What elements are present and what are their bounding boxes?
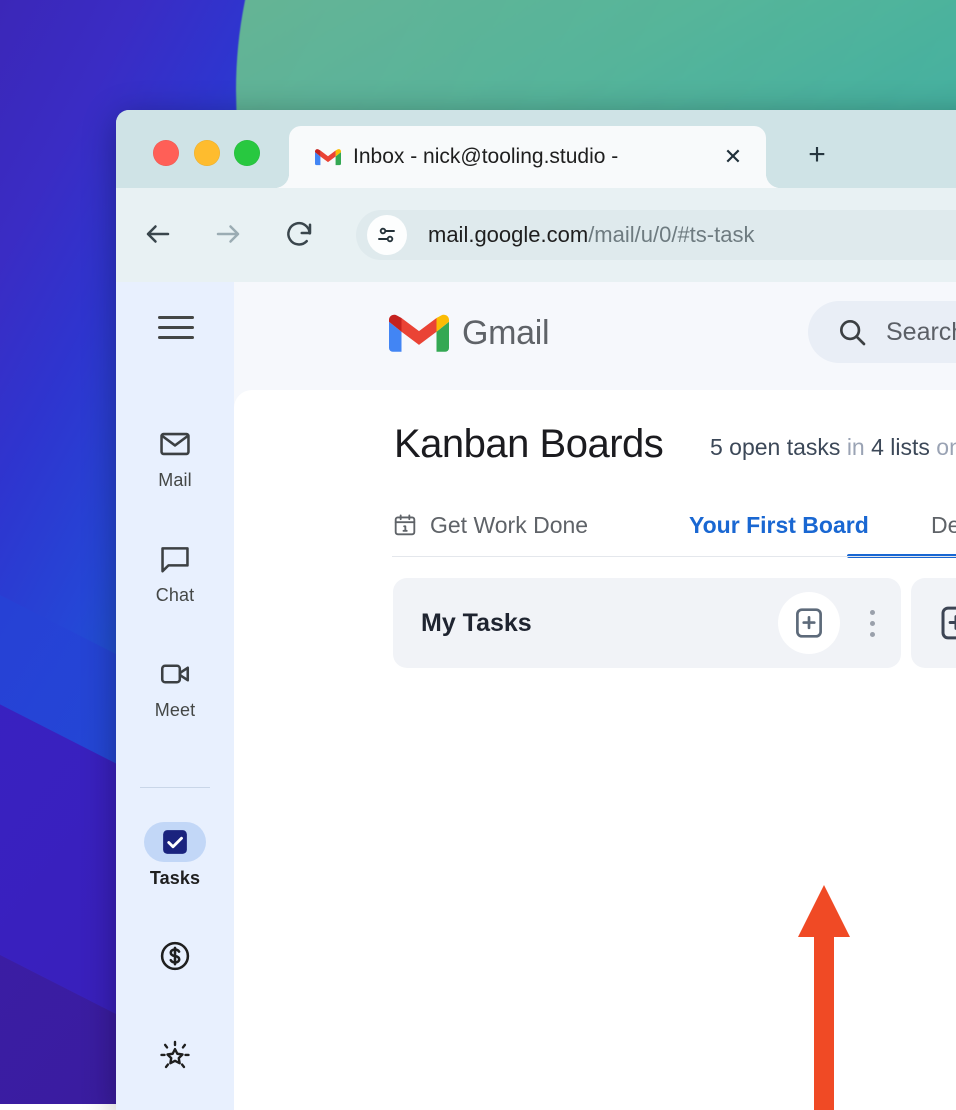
new-tab-button[interactable]: +: [800, 138, 834, 172]
gmail-app-rail: Mail Chat Meet Tasks: [116, 282, 234, 1110]
rail-label-tasks: Tasks: [149, 868, 201, 888]
board-panel: Kanban Boards 5 open tasks in 4 lists on…: [234, 390, 956, 1110]
rail-item-mail[interactable]: Mail: [116, 422, 234, 491]
window-maximize-button[interactable]: [234, 140, 260, 166]
tab-label: Get Work Done: [430, 511, 589, 538]
arrow-right-icon: [216, 225, 240, 243]
hamburger-icon-bar: [158, 326, 194, 329]
more-vertical-icon-dot: [869, 631, 875, 637]
tab-title: Inbox - nick@tooling.studio -: [353, 145, 619, 168]
search-placeholder: Search mail: [886, 318, 956, 346]
gmail-content-area: Gmail Search mail Kanban Boards 5 open t…: [234, 282, 956, 1110]
summary-in: in: [846, 434, 865, 460]
browser-window: Inbox - nick@tooling.studio - ✕ + mail.g…: [116, 110, 956, 1110]
tab-label: Your First Board: [689, 511, 869, 538]
site-info-button[interactable]: [367, 215, 407, 255]
gmail-icon: [315, 149, 341, 166]
page-viewport: Mail Chat Meet Tasks Gmail Searc Kanban …: [116, 282, 956, 1110]
rail-item-crm[interactable]: [116, 934, 234, 978]
url-path: /mail/u/0/#ts-task: [588, 222, 755, 247]
tab-your-first-board[interactable]: Your First Board: [689, 492, 869, 558]
url-domain: mail.google.com: [428, 222, 589, 247]
search-mail-input[interactable]: Search mail: [808, 301, 956, 363]
tab-bar-divider: [392, 556, 956, 557]
list-menu-button[interactable]: [852, 592, 892, 654]
chat-bubble-icon: [116, 537, 234, 581]
arrow-shape: [798, 885, 850, 1110]
plus-square-icon: [796, 608, 822, 638]
rail-label-meet: Meet: [154, 700, 196, 720]
dollar-circle-icon: [116, 934, 234, 978]
address-bar[interactable]: mail.google.com/mail/u/0/#ts-task: [356, 210, 956, 260]
reload-button[interactable]: [271, 206, 327, 262]
tab-label: Design: [931, 511, 956, 538]
hamburger-icon-bar: [158, 316, 194, 319]
browser-toolbar: mail.google.com/mail/u/0/#ts-task: [116, 188, 956, 282]
calendar-icon: [394, 514, 416, 536]
rail-divider: [140, 787, 210, 788]
rail-selected-pill: [144, 822, 206, 862]
page-title: Kanban Boards: [394, 422, 664, 466]
arrow-left-icon: [146, 225, 170, 243]
video-camera-icon: [116, 652, 234, 696]
annotation-arrow: [798, 885, 850, 1110]
window-minimize-button[interactable]: [194, 140, 220, 166]
rail-item-meet[interactable]: Meet: [116, 652, 234, 721]
tab-design[interactable]: Design: [931, 492, 956, 558]
forward-button[interactable]: [200, 206, 256, 262]
main-menu-button[interactable]: [158, 316, 194, 342]
back-button[interactable]: [130, 206, 186, 262]
rail-label-chat: Chat: [155, 585, 195, 605]
tab-strip: Inbox - nick@tooling.studio - ✕ +: [116, 110, 956, 188]
window-close-button[interactable]: [153, 140, 179, 166]
rail-icon-wrap: [116, 820, 234, 864]
search-icon: [840, 320, 866, 346]
gmail-logo: [389, 314, 449, 352]
tune-icon: [378, 227, 395, 243]
envelope-icon: [116, 422, 234, 466]
browser-tab-active[interactable]: Inbox - nick@tooling.studio - ✕: [289, 126, 766, 188]
sparkle-star-icon: [116, 1034, 234, 1078]
rail-item-chat[interactable]: Chat: [116, 537, 234, 606]
checkbox-icon: [163, 830, 187, 854]
hamburger-icon-bar: [158, 336, 194, 339]
add-task-button[interactable]: [778, 592, 840, 654]
rail-item-tasks[interactable]: Tasks: [116, 820, 234, 889]
board-tab-bar: Get Work Done Your First Board Design H: [392, 492, 956, 558]
add-list-button[interactable]: Add a L: [911, 578, 956, 668]
more-vertical-icon-dot: [869, 609, 875, 615]
board-summary: 5 open tasks in 4 lists on 3 b: [710, 434, 956, 461]
rail-label-mail: Mail: [158, 470, 192, 490]
tab-close-icon[interactable]: ✕: [718, 142, 748, 172]
summary-on: on: [936, 434, 956, 460]
summary-tasks: 5 open tasks: [710, 434, 841, 460]
list-title: My Tasks: [421, 609, 532, 637]
summary-lists: 4 lists: [871, 434, 930, 460]
url-text: mail.google.com/mail/u/0/#ts-task: [428, 210, 754, 260]
gmail-wordmark: Gmail: [462, 314, 550, 352]
tab-get-work-done[interactable]: Get Work Done: [392, 492, 588, 558]
reload-icon: [287, 221, 312, 246]
list-header-my-tasks[interactable]: My Tasks: [393, 578, 901, 668]
more-vertical-icon-dot: [869, 620, 875, 626]
plus-square-icon: [941, 606, 956, 640]
rail-item-sparkle[interactable]: [116, 1034, 234, 1078]
